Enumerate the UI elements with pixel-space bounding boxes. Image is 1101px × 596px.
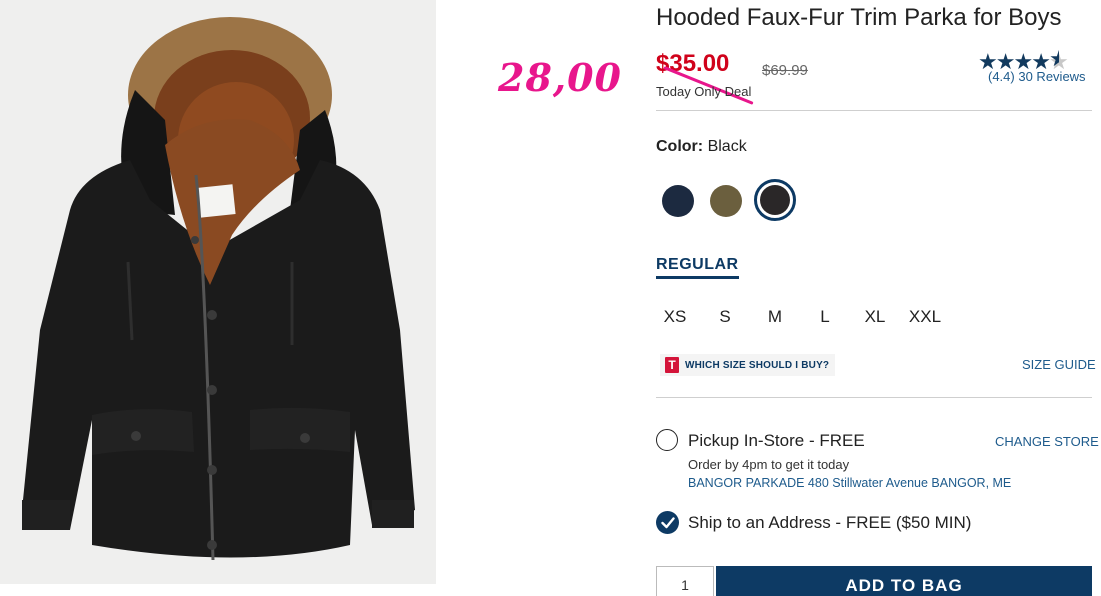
divider	[656, 110, 1092, 111]
handwritten-price-annotation: 28,00	[498, 55, 622, 100]
quantity-select[interactable]: 1	[656, 566, 714, 596]
size-option-s[interactable]: S	[705, 307, 745, 327]
size-option-l[interactable]: L	[805, 307, 845, 327]
size-help-label: WHICH SIZE SHOULD I BUY?	[685, 359, 830, 371]
deal-label: Today Only Deal	[656, 84, 752, 99]
store-address-link[interactable]: BANGOR PARKADE 480 Stillwater Avenue BAN…	[688, 476, 1011, 490]
size-group-tab-regular[interactable]: REGULAR	[656, 256, 739, 279]
color-label: Color: Black	[656, 138, 747, 156]
pickup-radio[interactable]	[656, 429, 678, 451]
size-option-xl[interactable]: XL	[855, 307, 895, 327]
reviews-link[interactable]: (4.4) 30 Reviews	[988, 69, 1086, 84]
size-option-xs[interactable]: XS	[655, 307, 695, 327]
pickup-label[interactable]: Pickup In-Store - FREE	[688, 431, 865, 451]
true-fit-icon: T	[665, 357, 679, 373]
color-swatch-olive[interactable]	[710, 185, 742, 217]
ship-label[interactable]: Ship to an Address - FREE ($50 MIN)	[688, 513, 971, 533]
rating-value: (4.4)	[988, 69, 1015, 84]
size-option-m[interactable]: M	[755, 307, 795, 327]
change-store-link[interactable]: CHANGE STORE	[995, 434, 1099, 449]
size-guide-link[interactable]: SIZE GUIDE	[1022, 357, 1096, 372]
pickup-note: Order by 4pm to get it today	[688, 457, 850, 472]
color-label-key: Color:	[656, 138, 704, 155]
ship-radio-checked[interactable]	[656, 511, 679, 534]
color-swatch-navy[interactable]	[662, 185, 694, 217]
price-block: $35.00 $69.99	[656, 50, 808, 105]
size-option-xxl[interactable]: XXL	[905, 307, 945, 327]
color-swatch-black-fill	[759, 184, 790, 215]
divider	[656, 397, 1092, 398]
reviews-count[interactable]: 30 Reviews	[1018, 69, 1085, 84]
size-help-button[interactable]: T WHICH SIZE SHOULD I BUY?	[660, 354, 836, 376]
checkmark-icon	[660, 516, 675, 528]
parka-photo	[0, 0, 436, 584]
product-image	[0, 0, 436, 584]
product-title: Hooded Faux-Fur Trim Parka for Boys	[656, 4, 1062, 31]
sale-price: $35.00	[656, 50, 730, 77]
add-to-bag-button[interactable]: ADD TO BAG	[716, 566, 1092, 596]
original-price: $69.99	[762, 62, 808, 79]
color-swatch-black-selected[interactable]	[754, 179, 796, 221]
color-selected-value: Black	[707, 138, 747, 155]
